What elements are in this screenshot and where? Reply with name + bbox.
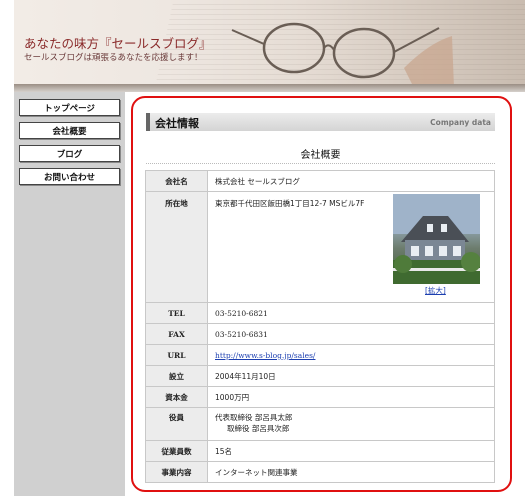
url-cell: http://www.s-blog.jp/sales/: [207, 344, 495, 366]
building-photo[interactable]: [393, 194, 480, 284]
sidebar-item-contact[interactable]: お問い合わせ: [19, 168, 120, 185]
table-row: 事業内容 インターネット関連事業: [145, 461, 495, 483]
capital-value: 1000万円: [207, 386, 495, 408]
sidebar-item-company-overview[interactable]: 会社概要: [19, 122, 120, 139]
subheading-divider: [146, 163, 495, 164]
row-label: FAX: [145, 323, 208, 345]
row-label: 所在地: [145, 191, 208, 303]
section-title: 会社情報: [155, 117, 199, 130]
row-label: 会社名: [145, 170, 208, 192]
table-row: TEL 03-5210-6821: [145, 302, 495, 324]
row-label: 役員: [145, 407, 208, 441]
executive-line: 取締役 部呂具次郎: [227, 424, 290, 433]
row-label: 従業員数: [145, 440, 208, 462]
header-banner: あなたの味方『セールスブログ』 セールスブログは頑張るあなたを応援します！: [14, 0, 525, 84]
eyeglasses-illustration: [231, 22, 454, 84]
fax-value: 03-5210-6831: [207, 323, 495, 345]
row-label: 事業内容: [145, 461, 208, 483]
table-row: 設立 2004年11月10日: [145, 365, 495, 387]
table-row: 従業員数 15名: [145, 440, 495, 462]
table-row: 会社名 株式会社 セールスブログ: [145, 170, 495, 192]
founded-value: 2004年11月10日: [207, 365, 495, 387]
table-row: URL http://www.s-blog.jp/sales/: [145, 344, 495, 366]
company-name-value: 株式会社 セールスブログ: [207, 170, 495, 192]
sidebar-item-blog[interactable]: ブログ: [19, 145, 120, 162]
section-title-bar: 会社情報 Company data: [146, 113, 495, 131]
row-label: 資本金: [145, 386, 208, 408]
employees-value: 15名: [207, 440, 495, 462]
tel-value: 03-5210-6821: [207, 302, 495, 324]
site-tagline: セールスブログは頑張るあなたを応援します！: [24, 53, 203, 63]
table-row: 役員 代表取締役 部呂具太郎 取締役 部呂具次郎: [145, 407, 495, 441]
executives-value: 代表取締役 部呂具太郎 取締役 部呂具次郎: [207, 407, 495, 441]
table-row: FAX 03-5210-6831: [145, 323, 495, 345]
row-label: URL: [145, 344, 208, 366]
executive-line: 代表取締役 部呂具太郎: [215, 413, 293, 422]
header-divider: [14, 84, 525, 92]
site-title: あなたの味方『セールスブログ』: [24, 36, 212, 51]
business-value: インターネット関連事業: [207, 461, 495, 483]
table-row: 資本金 1000万円: [145, 386, 495, 408]
row-label: TEL: [145, 302, 208, 324]
url-link[interactable]: http://www.s-blog.jp/sales/: [215, 351, 315, 360]
sidebar: トップページ 会社概要 ブログ お問い合わせ: [14, 92, 125, 496]
section-title-en: Company data: [430, 118, 491, 127]
title-accent-bar: [146, 113, 150, 131]
row-label: 設立: [145, 365, 208, 387]
sidebar-item-top-page[interactable]: トップページ: [19, 99, 120, 116]
enlarge-photo-link[interactable]: [拡大]: [425, 285, 446, 296]
page-subheading: 会社概要: [300, 150, 341, 161]
